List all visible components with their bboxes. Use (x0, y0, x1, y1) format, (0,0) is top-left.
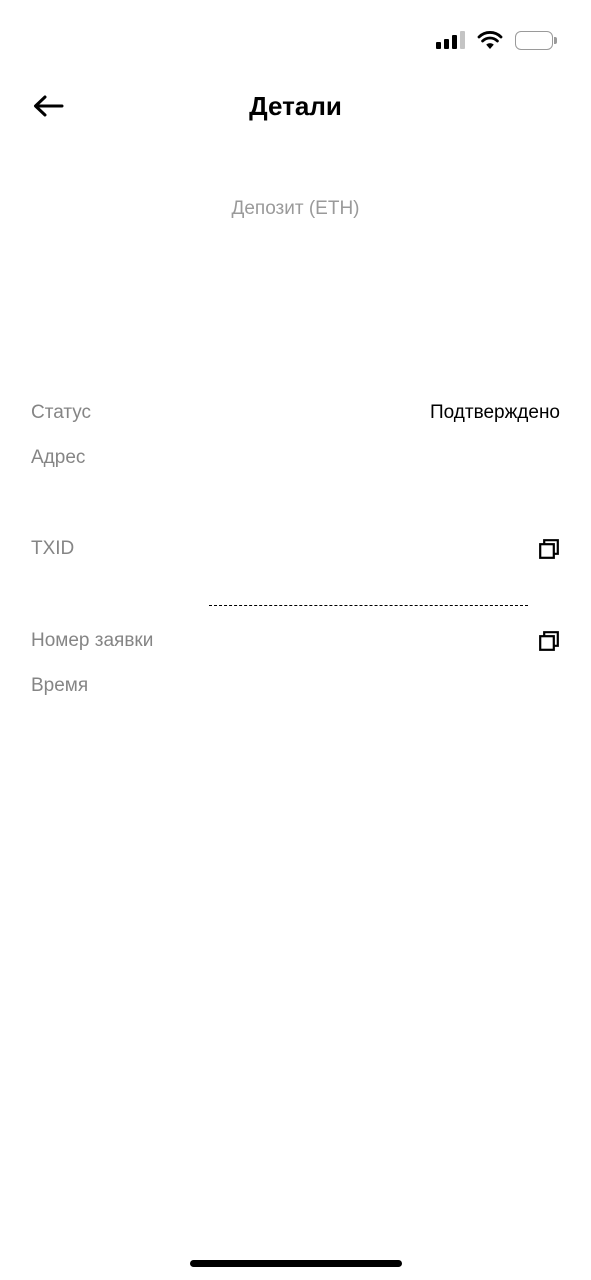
address-label: Адрес (31, 447, 86, 468)
time-row: Время (31, 672, 560, 700)
time-label: Время (31, 675, 89, 696)
cellular-signal-icon (436, 31, 465, 49)
battery-icon (515, 30, 557, 50)
status-label: Статус (31, 402, 92, 423)
home-indicator[interactable] (190, 1260, 402, 1267)
copy-icon (539, 539, 559, 559)
txid-value-divider (209, 605, 528, 606)
status-bar (436, 26, 557, 54)
copy-icon (539, 631, 559, 651)
copy-txid-button[interactable] (538, 538, 560, 560)
page-title: Детали (249, 91, 342, 121)
txid-label: TXID (31, 538, 75, 559)
wifi-icon (477, 30, 503, 49)
order-number-row: Номер заявки (31, 627, 560, 655)
copy-order-number-button[interactable] (538, 630, 560, 652)
txid-row: TXID (31, 535, 560, 563)
transaction-type: Депозит (ETH) (231, 198, 360, 219)
top-bar: Детали (0, 82, 591, 130)
status-value: Подтверждено (429, 402, 560, 423)
address-row: Адрес (31, 444, 560, 472)
order-number-label: Номер заявки (31, 630, 154, 651)
status-row: Статус Подтверждено (31, 399, 560, 427)
details-screen: Детали Депозит (ETH) Статус Подтверждено… (0, 0, 591, 1280)
